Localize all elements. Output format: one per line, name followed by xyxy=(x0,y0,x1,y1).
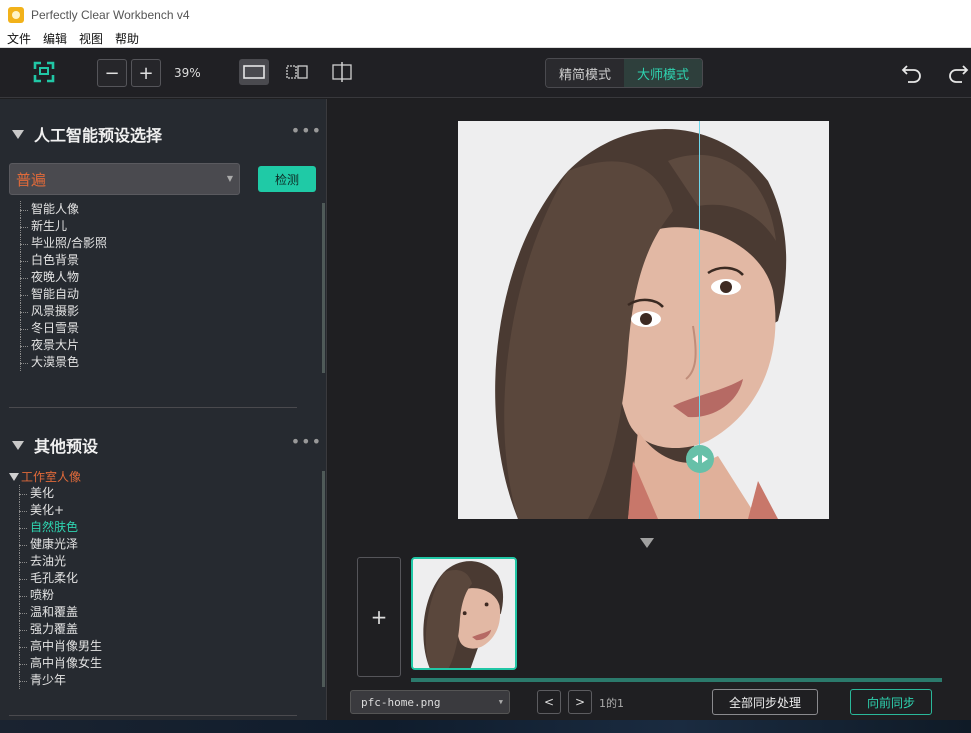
app-window: Perfectly Clear Workbench v4 文件 编辑 视图 帮助… xyxy=(0,0,971,733)
list-item[interactable]: 美化+ xyxy=(19,502,309,519)
menu-file[interactable]: 文件 xyxy=(7,30,31,47)
title-bar: Perfectly Clear Workbench v4 xyxy=(0,0,971,30)
zoom-level: 39% xyxy=(174,66,201,80)
list-item[interactable]: 白色背景 xyxy=(20,252,310,269)
other-presets-scrollbar[interactable] xyxy=(322,471,325,687)
menu-view[interactable]: 视图 xyxy=(79,30,103,47)
list-item[interactable]: 温和覆盖 xyxy=(19,604,309,621)
ai-presets-list: 智能人像 新生儿 毕业照/合影照 白色背景 夜晚人物 智能自动 风景摄影 冬日雪… xyxy=(20,201,310,375)
other-presets-list: 美化 美化+ 自然肤色 健康光泽 去油光 毛孔柔化 喷粉 温和覆盖 强力覆盖 高… xyxy=(19,485,309,691)
collapse-triangle-icon xyxy=(12,129,24,139)
list-item[interactable]: 青少年 xyxy=(19,672,309,689)
list-item[interactable]: 喷粉 xyxy=(19,587,309,604)
list-item[interactable]: 大漠景色 xyxy=(20,354,310,371)
zoom-in-button[interactable]: + xyxy=(131,59,161,87)
chevron-down-icon: ▼ xyxy=(498,698,503,706)
list-item[interactable]: 毛孔柔化 xyxy=(19,570,309,587)
list-item[interactable]: 健康光泽 xyxy=(19,536,309,553)
menu-help[interactable]: 帮助 xyxy=(115,30,139,47)
studio-portrait-group[interactable]: 工作室人像 xyxy=(9,468,81,485)
filmstrip-progress-bar xyxy=(411,678,942,682)
list-item[interactable]: 智能自动 xyxy=(20,286,310,303)
list-item[interactable]: 夜景大片 xyxy=(20,337,310,354)
presets-panel: 人工智能预设选择 ••• 普遍 ▼ 检测 智能人像 新生儿 毕业照/合影照 白色… xyxy=(0,99,327,733)
section-divider xyxy=(9,715,297,716)
list-item[interactable]: 强力覆盖 xyxy=(19,621,309,638)
menu-bar: 文件 编辑 视图 帮助 xyxy=(0,30,971,48)
redo-icon[interactable] xyxy=(946,61,970,85)
collapse-triangle-icon xyxy=(12,440,24,450)
expand-triangle-icon xyxy=(9,472,19,481)
other-presets-title: 其他预设 xyxy=(34,437,99,456)
menu-edit[interactable]: 编辑 xyxy=(43,30,67,47)
ai-preset-selected: 普遍 xyxy=(16,170,47,189)
list-item[interactable]: 美化 xyxy=(19,485,309,502)
list-item[interactable]: 风景摄影 xyxy=(20,303,310,320)
list-item-active[interactable]: 自然肤色 xyxy=(19,519,309,536)
portrait-image[interactable] xyxy=(458,121,829,519)
ai-presets-more-icon[interactable]: ••• xyxy=(291,121,322,140)
add-image-button[interactable]: + xyxy=(357,557,401,677)
simple-mode-tab[interactable]: 精简模式 xyxy=(546,59,624,87)
split-view-icon xyxy=(332,62,352,82)
chevron-down-icon: ▼ xyxy=(226,174,233,183)
list-item[interactable]: 夜晚人物 xyxy=(20,269,310,286)
undo-icon[interactable] xyxy=(900,61,924,85)
zoom-out-button[interactable]: − xyxy=(97,59,127,87)
list-item[interactable]: 高中肖像男生 xyxy=(19,638,309,655)
list-item[interactable]: 智能人像 xyxy=(20,201,310,218)
ai-preset-dropdown[interactable]: 普遍 ▼ xyxy=(9,163,240,195)
list-item[interactable]: 毕业照/合影照 xyxy=(20,235,310,252)
perfectly-clear-logo-icon xyxy=(33,61,55,83)
drag-arrows-icon xyxy=(692,455,708,463)
ai-presets-header[interactable]: 人工智能预设选择 xyxy=(12,122,162,146)
single-view-icon xyxy=(243,65,265,79)
prev-image-button[interactable]: < xyxy=(537,690,561,714)
side-by-side-icon xyxy=(286,65,308,79)
detect-button[interactable]: 检测 xyxy=(258,166,316,192)
next-image-button[interactable]: > xyxy=(568,690,592,714)
sync-all-button[interactable]: 全部同步处理 xyxy=(712,689,818,715)
filmstrip-toggle-icon[interactable] xyxy=(640,538,654,548)
ai-presets-title: 人工智能预设选择 xyxy=(34,126,163,145)
ai-presets-scrollbar[interactable] xyxy=(322,203,325,373)
list-item[interactable]: 去油光 xyxy=(19,553,309,570)
desktop-background-strip xyxy=(0,720,971,733)
section-divider xyxy=(9,407,297,408)
master-mode-tab[interactable]: 大师模式 xyxy=(624,59,702,87)
app-logo-icon xyxy=(8,7,24,23)
window-title: Perfectly Clear Workbench v4 xyxy=(31,8,190,22)
file-name-value: pfc-home.png xyxy=(361,695,441,709)
single-view-button[interactable] xyxy=(239,59,269,85)
side-by-side-view-button[interactable] xyxy=(282,59,312,85)
main-canvas: + pfc-home.png ▼ < > 1的1 全部同步处理 向前同步 xyxy=(328,99,971,733)
studio-portrait-label: 工作室人像 xyxy=(21,470,82,484)
other-presets-header[interactable]: 其他预设 xyxy=(12,433,98,457)
sync-forward-button[interactable]: 向前同步 xyxy=(850,689,932,715)
page-indicator: 1的1 xyxy=(599,697,624,710)
list-item[interactable]: 高中肖像女生 xyxy=(19,655,309,672)
list-item[interactable]: 冬日雪景 xyxy=(20,320,310,337)
file-name-dropdown[interactable]: pfc-home.png ▼ xyxy=(350,690,510,714)
mode-switch: 精简模式 大师模式 xyxy=(545,58,703,88)
list-item[interactable]: 新生儿 xyxy=(20,218,310,235)
thumbnail-image xyxy=(413,559,515,668)
other-presets-more-icon[interactable]: ••• xyxy=(291,432,322,451)
image-thumbnail[interactable] xyxy=(411,557,517,670)
split-drag-handle[interactable] xyxy=(686,445,714,473)
split-view-button[interactable] xyxy=(327,59,357,85)
toolbar: − + 39% 精简模式 大师模式 xyxy=(0,48,971,98)
